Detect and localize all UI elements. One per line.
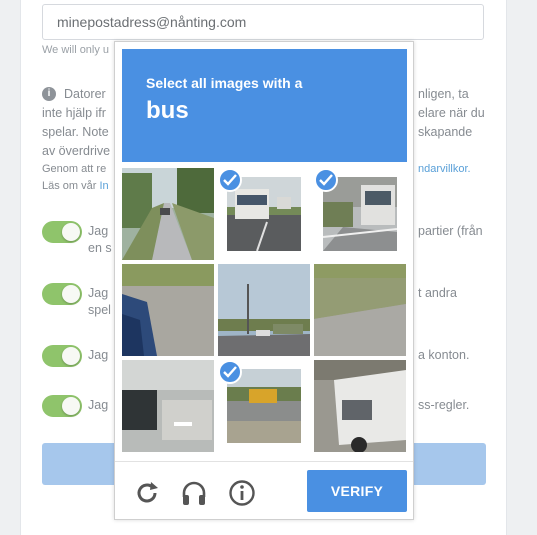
consent-toggle[interactable] [42,283,82,305]
captcha-instruction: Select all images with a [146,75,303,91]
captcha-tile-bus-stop[interactable] [314,168,406,260]
captcha-tile-rv-bus[interactable] [218,168,310,260]
toggle-label: Jag [88,224,109,238]
captcha-tile-van[interactable] [314,360,406,452]
info-text-line: skapande [418,125,473,139]
toggle-label: en s [88,241,112,255]
reload-icon[interactable] [133,479,161,507]
toggle-knob [62,397,80,415]
consent-toggle[interactable] [42,345,82,367]
captcha-tile-road-trees[interactable] [122,168,214,260]
privacy-link[interactable]: In [99,180,108,192]
captcha-tile-car-side[interactable] [122,264,214,356]
consent-toggle[interactable] [42,221,82,243]
captcha-tile-school-bus[interactable] [218,360,310,452]
toggle-label: Jag [88,286,109,300]
captcha-grid [122,168,410,456]
toggle-label: ss-regler. [418,398,470,412]
toggle-label: spel [88,303,111,317]
toggle-knob [62,285,80,303]
selected-check-icon [218,360,242,384]
selected-check-icon [218,168,242,192]
toggle-label: a konton. [418,348,470,362]
toggle-label: Jag [88,398,109,412]
toggle-knob [62,347,80,365]
headphones-icon[interactable] [180,479,208,507]
info-text-line: Datorer [64,87,106,101]
info-text-line: nligen, ta [418,87,469,101]
captcha-footer-divider [115,461,413,462]
privacy-text: Läs om vår In [42,180,109,192]
toggle-label: Jag [88,348,109,362]
toggle-label: t andra [418,286,457,300]
info-icon[interactable] [228,479,256,507]
captcha-tile-building-corner[interactable] [122,360,214,452]
terms-link[interactable]: ndarvillkor. [418,163,471,175]
email-field[interactable]: minepostadress@nånting.com [42,4,484,40]
captcha-target: bus [146,97,189,124]
email-hint: We will only u [42,44,110,56]
toggle-label: partier (från [418,224,483,238]
verify-button[interactable]: VERIFY [307,470,407,512]
info-icon: i [42,87,56,101]
captcha-tile-grass-road[interactable] [314,264,406,356]
captcha-header: Select all images with a bus [122,49,407,162]
captcha-tile-intersection[interactable] [218,264,310,356]
selected-check-icon [314,168,338,192]
terms-text: Genom att re [42,163,107,175]
info-text-line: av överdrive [42,144,111,158]
toggle-knob [62,223,80,241]
info-text-line: spelar. Note [42,125,109,139]
signup-page: minepostadress@nånting.com We will only … [0,0,537,535]
captcha-dialog: Select all images with a bus VERIFY [114,41,414,520]
info-text-line: elare när du [418,106,485,120]
consent-toggle[interactable] [42,395,82,417]
info-text-line: inte hjälp ifr [42,106,106,120]
